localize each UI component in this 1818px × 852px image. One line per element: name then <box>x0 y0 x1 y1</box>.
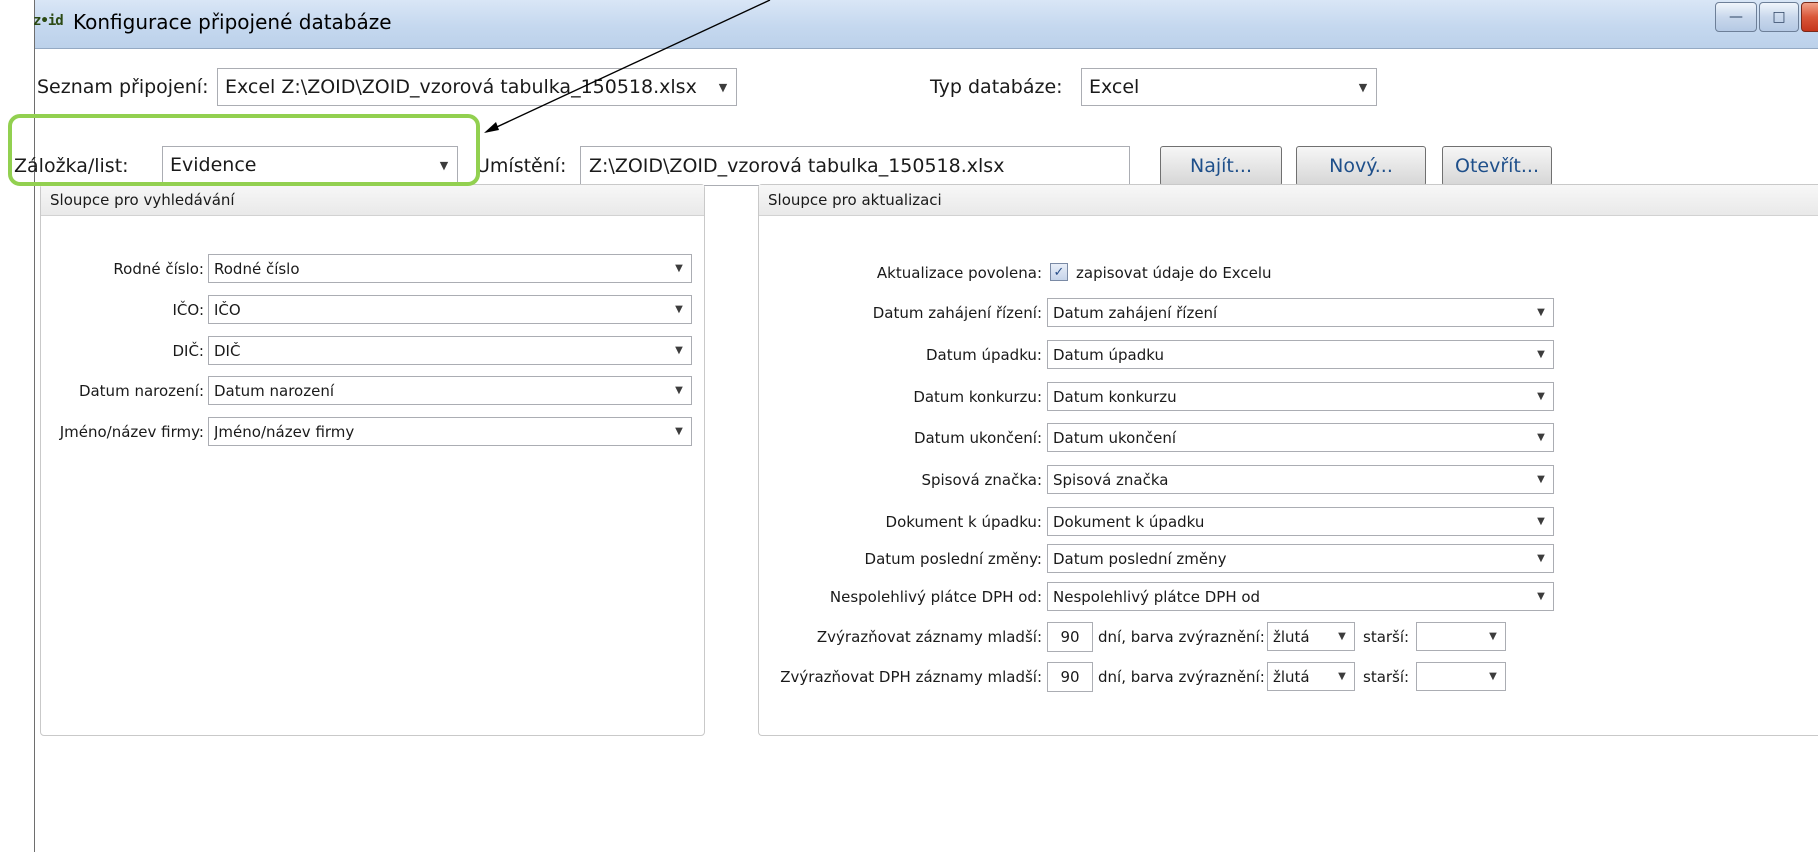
chevron-down-icon: ▼ <box>1537 349 1545 360</box>
select-value: Datum ukončení <box>1053 428 1177 447</box>
select-value: Datum poslední změny <box>1053 549 1227 568</box>
select-value: Spisová značka <box>1053 470 1169 489</box>
search-label-jmeno: Jméno/název firmy: <box>59 423 204 441</box>
maximize-icon: □ <box>1772 9 1786 25</box>
update-select-konkurzu[interactable]: Datum konkurzu ▼ <box>1047 382 1554 411</box>
update-label-ukonceni: Datum ukončení: <box>913 429 1042 447</box>
highlight-dph-older-label: starší: <box>1363 668 1410 686</box>
search-select-datum-narozeni[interactable]: Datum narození ▼ <box>208 376 692 405</box>
update-select-zahajeni[interactable]: Datum zahájení řízení ▼ <box>1047 298 1554 327</box>
chevron-down-icon: ▼ <box>675 385 683 396</box>
select-value: Datum konkurzu <box>1053 387 1177 406</box>
chevron-down-icon: ▼ <box>1537 307 1545 318</box>
update-select-ukonceni[interactable]: Datum ukončení ▼ <box>1047 423 1554 452</box>
update-label-spisova-znacka: Spisová značka: <box>921 471 1042 489</box>
annotation-highlight-box <box>8 114 480 186</box>
db-type-select[interactable]: Excel ▼ <box>1081 68 1377 106</box>
search-select-ico[interactable]: IČO ▼ <box>208 295 692 324</box>
update-select-dokument[interactable]: Dokument k úpadku ▼ <box>1047 507 1554 536</box>
select-value: Datum zahájení řízení <box>1053 303 1218 322</box>
chevron-down-icon: ▼ <box>675 263 683 274</box>
select-value: Datum narození <box>214 381 334 400</box>
connection-value: Excel Z:\ZOID\ZOID_vzorová tabulka_15051… <box>225 76 697 98</box>
window-title: Konfigurace připojené databáze <box>73 10 392 34</box>
update-label-zahajeni: Datum zahájení řízení: <box>872 304 1042 322</box>
search-label-dic: DIČ: <box>172 342 204 360</box>
select-value: Datum úpadku <box>1053 345 1164 364</box>
close-button[interactable]: ✕ <box>1801 2 1818 32</box>
highlight-dph-days-input[interactable]: 90 <box>1047 662 1093 692</box>
select-value: Nespolehlivý plátce DPH od <box>1053 587 1261 606</box>
db-type-value: Excel <box>1089 76 1140 98</box>
update-select-upadku[interactable]: Datum úpadku ▼ <box>1047 340 1554 369</box>
select-value: Jméno/název firmy <box>214 422 355 441</box>
chevron-down-icon: ▼ <box>1537 391 1545 402</box>
chevron-down-icon: ▼ <box>718 80 728 94</box>
highlight-older-select[interactable]: ▼ <box>1416 622 1506 651</box>
highlight-color-select[interactable]: žlutá ▼ <box>1267 622 1355 651</box>
update-select-posledni-zmena[interactable]: Datum poslední změny ▼ <box>1047 544 1554 573</box>
checkmark-icon: ✓ <box>1053 264 1065 280</box>
db-type-label: Typ databáze: <box>930 76 1063 98</box>
chevron-down-icon: ▼ <box>1537 474 1545 485</box>
highlight-older-label: starší: <box>1363 628 1410 646</box>
connection-select[interactable]: Excel Z:\ZOID\ZOID_vzorová tabulka_15051… <box>217 68 737 106</box>
update-label-dokument: Dokument k úpadku: <box>885 513 1042 531</box>
highlight-color-label: dní, barva zvýraznění: <box>1098 628 1265 646</box>
update-enabled-checkbox[interactable]: ✓ <box>1050 263 1068 281</box>
open-button[interactable]: Otevřít... <box>1442 146 1552 186</box>
chevron-down-icon: ▼ <box>675 304 683 315</box>
highlight-dph-older-select[interactable]: ▼ <box>1416 662 1506 691</box>
location-field[interactable]: Z:\ZOID\ZOID_vzorová tabulka_150518.xlsx <box>580 146 1130 186</box>
update-select-spisova-znacka[interactable]: Spisová značka ▼ <box>1047 465 1554 494</box>
chevron-down-icon: ▼ <box>1338 631 1346 642</box>
update-label-posledni-zmena: Datum poslední změny: <box>864 550 1042 568</box>
connection-label: Seznam připojení: <box>37 76 209 98</box>
update-select-nespolehlivy[interactable]: Nespolehlivý plátce DPH od ▼ <box>1047 582 1554 611</box>
select-value: Rodné číslo <box>214 259 300 278</box>
highlight-days-input[interactable]: 90 <box>1047 622 1093 652</box>
highlight-label: Zvýrazňovat záznamy mladší: <box>816 628 1042 646</box>
select-value: žlutá <box>1273 667 1310 686</box>
chevron-down-icon: ▼ <box>675 426 683 437</box>
chevron-down-icon: ▼ <box>675 345 683 356</box>
update-label-upadku: Datum úpadku: <box>925 346 1042 364</box>
chevron-down-icon: ▼ <box>1489 671 1497 682</box>
search-columns-header: Sloupce pro vyhledávání <box>41 185 704 216</box>
minimize-button[interactable]: — <box>1715 2 1757 32</box>
select-value: DIČ <box>214 341 241 360</box>
chevron-down-icon: ▼ <box>1358 80 1368 94</box>
minimize-icon: — <box>1729 9 1743 25</box>
chevron-down-icon: ▼ <box>1338 671 1346 682</box>
chevron-down-icon: ▼ <box>1537 591 1545 602</box>
title-bar[interactable]: z•id Konfigurace připojené databáze — □ … <box>33 0 1818 49</box>
chevron-down-icon: ▼ <box>1537 432 1545 443</box>
select-value: IČO <box>214 300 241 319</box>
find-button[interactable]: Najít... <box>1160 146 1282 186</box>
chevron-down-icon: ▼ <box>1537 516 1545 527</box>
update-columns-header: Sloupce pro aktualizaci <box>759 185 1818 216</box>
search-label-ico: IČO: <box>172 301 205 319</box>
select-value: Dokument k úpadku <box>1053 512 1205 531</box>
highlight-dph-label: Zvýrazňovat DPH záznamy mladší: <box>780 668 1042 686</box>
search-label-rodne-cislo: Rodné číslo: <box>113 260 204 278</box>
chevron-down-icon: ▼ <box>1489 631 1497 642</box>
search-select-dic[interactable]: DIČ ▼ <box>208 336 692 365</box>
highlight-dph-color-select[interactable]: žlutá ▼ <box>1267 662 1355 691</box>
search-select-jmeno[interactable]: Jméno/název firmy ▼ <box>208 417 692 446</box>
new-button[interactable]: Nový... <box>1296 146 1426 186</box>
update-label-nespolehlivy: Nespolehlivý plátce DPH od: <box>829 588 1042 606</box>
update-label-konkurzu: Datum konkurzu: <box>913 388 1042 406</box>
location-label: Umístění: <box>476 155 567 177</box>
highlight-dph-color-label: dní, barva zvýraznění: <box>1098 668 1265 686</box>
chevron-down-icon: ▼ <box>1537 553 1545 564</box>
search-select-rodne-cislo[interactable]: Rodné číslo ▼ <box>208 254 692 283</box>
update-enabled-text: zapisovat údaje do Excelu <box>1076 264 1272 282</box>
update-enabled-label: Aktualizace povolena: <box>876 264 1042 282</box>
select-value: žlutá <box>1273 627 1310 646</box>
search-label-datum-narozeni: Datum narození: <box>78 382 204 400</box>
app-logo: z•id <box>33 13 64 29</box>
maximize-button[interactable]: □ <box>1759 2 1799 32</box>
